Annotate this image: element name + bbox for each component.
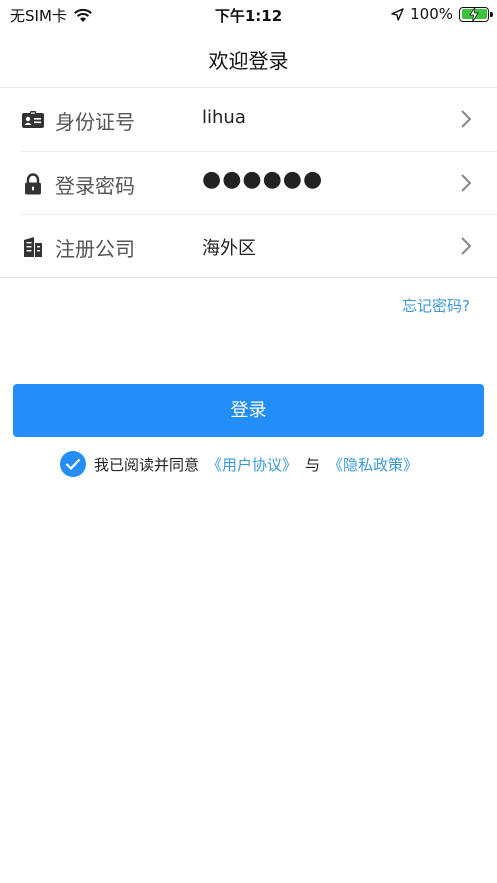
login-button[interactable]: 登录 [13, 384, 484, 437]
company-label: 注册公司 [55, 237, 135, 261]
building-icon [24, 237, 42, 257]
company-value[interactable]: 海外区 [202, 234, 256, 260]
agreement-row: 我已阅读并同意 《用户协议》 与 《隐私政策》 [60, 450, 418, 478]
lock-icon [25, 173, 41, 195]
chevron-right-icon [461, 174, 472, 192]
password-value[interactable]: ●●●●●● [202, 167, 323, 192]
user-agreement-link[interactable]: 《用户协议》 [207, 454, 297, 475]
status-right: 100% [391, 5, 493, 23]
location-arrow-icon [391, 7, 404, 21]
battery-icon [459, 6, 493, 22]
login-form: 身份证号 lihua 登录密码 ●●●●●● 注册公司 海外区 [0, 88, 497, 278]
id-card-icon [22, 111, 44, 128]
privacy-policy-link[interactable]: 《隐私政策》 [328, 454, 418, 475]
password-row[interactable]: 登录密码 ●●●●●● [20, 151, 497, 214]
forgot-password-link[interactable]: 忘记密码? [402, 295, 470, 316]
battery-percent: 100% [410, 5, 453, 23]
password-label: 登录密码 [55, 174, 135, 198]
chevron-right-icon [461, 237, 472, 255]
id-number-row[interactable]: 身份证号 lihua [20, 88, 497, 151]
navigation-bar: 欢迎登录 [0, 30, 497, 88]
id-number-label: 身份证号 [55, 110, 135, 134]
status-bar: 无SIM卡 下午1:12 100% [0, 0, 497, 28]
agreement-checkbox[interactable] [60, 451, 86, 477]
checkmark-icon [65, 458, 81, 470]
id-number-value[interactable]: lihua [202, 107, 246, 128]
agreement-text: 我已阅读并同意 [94, 455, 200, 474]
agreement-joiner: 与 [305, 455, 321, 474]
chevron-right-icon [461, 110, 472, 128]
company-row[interactable]: 注册公司 海外区 [20, 214, 497, 277]
page-title: 欢迎登录 [208, 49, 289, 73]
